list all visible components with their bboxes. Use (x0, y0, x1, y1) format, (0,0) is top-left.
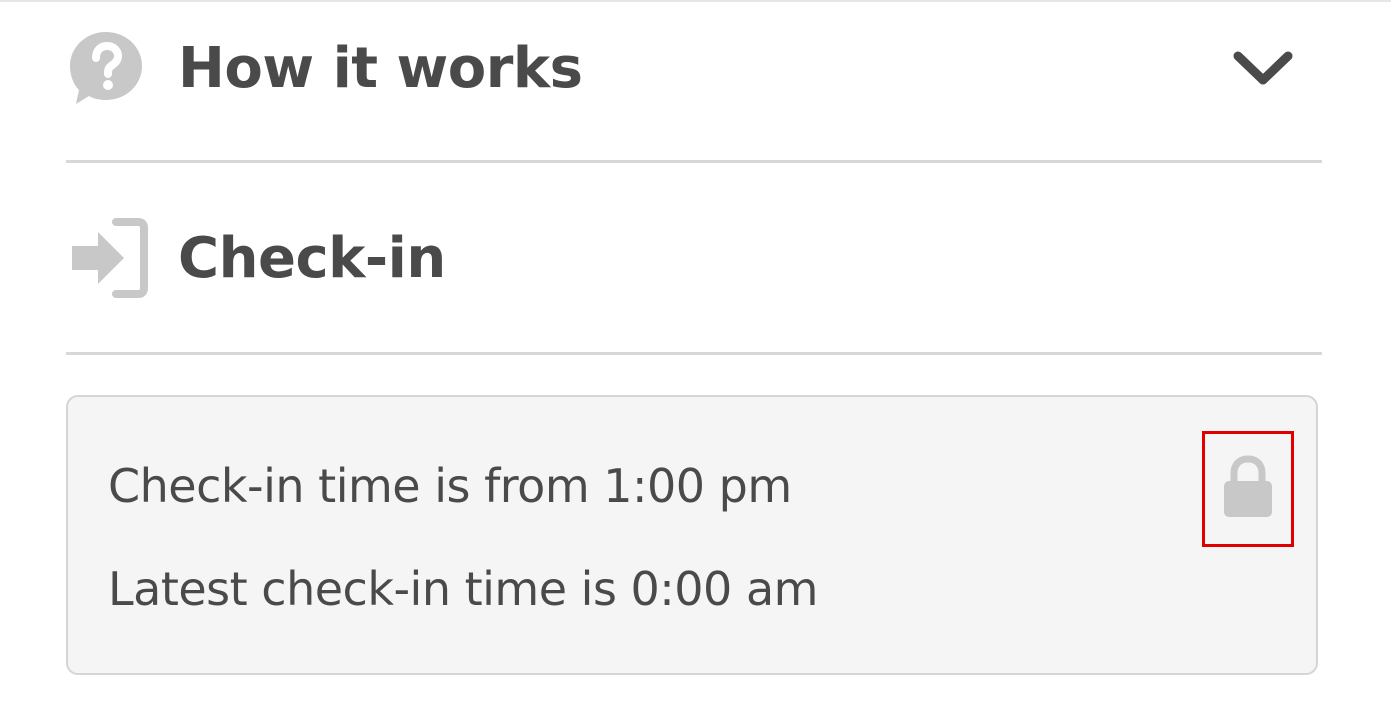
check-in-info-box: Check-in time is from 1:00 pm Latest che… (66, 395, 1318, 675)
lock-icon[interactable] (1222, 455, 1274, 523)
chevron-down-icon[interactable] (1232, 48, 1294, 88)
top-edge-line (0, 0, 1391, 2)
check-in-header[interactable]: Check-in (66, 208, 1322, 308)
divider (66, 160, 1322, 163)
page: How it works Check-in Check-in time is f… (0, 0, 1391, 701)
check-in-title: Check-in (178, 225, 446, 291)
check-in-time-text: Check-in time is from 1:00 pm (108, 459, 792, 513)
question-bubble-icon (66, 23, 156, 113)
divider (66, 352, 1322, 355)
how-it-works-header[interactable]: How it works (66, 18, 1322, 118)
lock-highlight[interactable] (1202, 431, 1294, 547)
how-it-works-title: How it works (178, 35, 583, 101)
latest-check-in-time-text: Latest check-in time is 0:00 am (108, 562, 818, 616)
sign-in-icon (66, 213, 156, 303)
